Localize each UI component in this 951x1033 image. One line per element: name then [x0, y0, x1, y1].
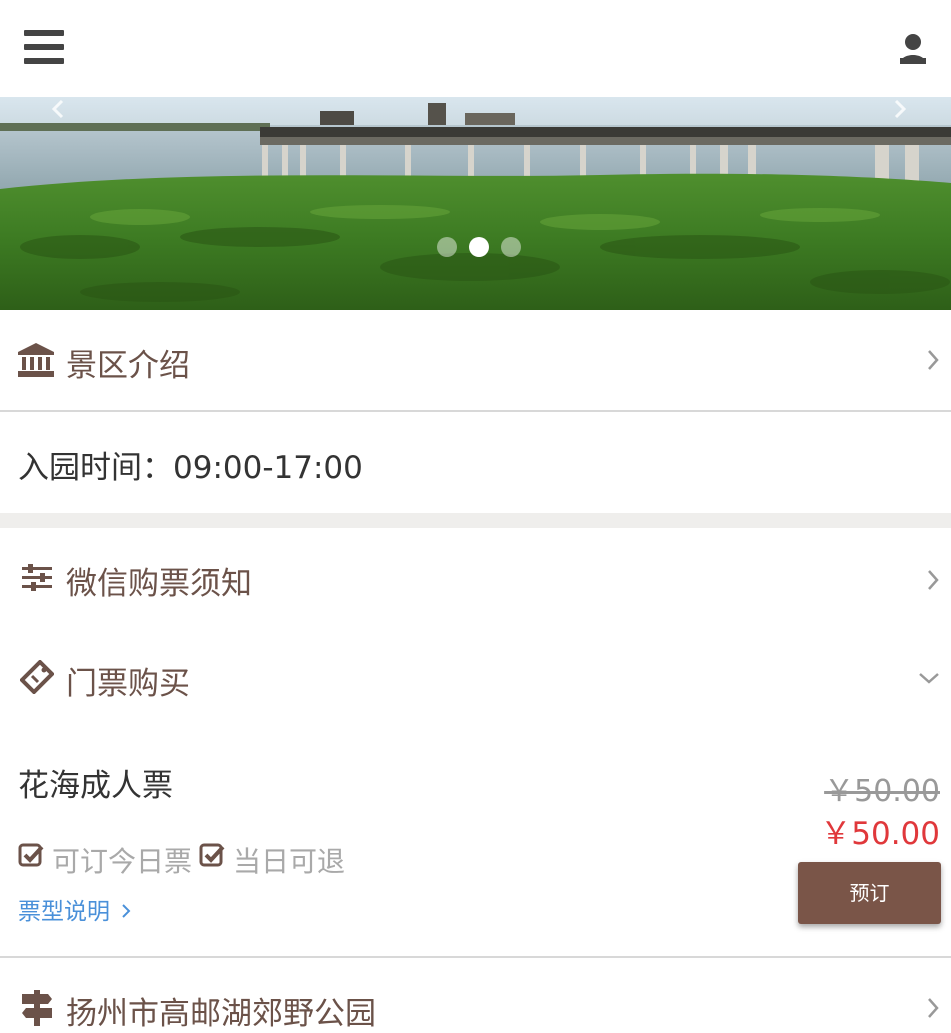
- park-location-row[interactable]: 扬州市高邮湖郊野公园: [0, 958, 951, 1032]
- tag-label: 可订今日票: [52, 845, 193, 878]
- original-price: ￥50.00: [824, 774, 940, 809]
- chevron-right-icon: [121, 899, 131, 925]
- ticket-name: 花海成人票: [18, 768, 173, 804]
- signpost-icon: [22, 990, 52, 1030]
- carousel-slide-image: [0, 97, 951, 310]
- intro-row[interactable]: 景区介绍: [0, 310, 951, 410]
- tag-label: 当日可退: [233, 845, 346, 878]
- carousel-indicators: [437, 237, 537, 257]
- carousel-dot-active[interactable]: [469, 237, 489, 257]
- park-name-label: 扬州市高邮湖郊野公园: [66, 996, 376, 1032]
- top-bar: [0, 0, 951, 97]
- carousel-dot[interactable]: [501, 237, 521, 257]
- museum-icon: [18, 343, 54, 381]
- notice-row[interactable]: 微信购票须知: [0, 528, 951, 628]
- chevron-down-icon: [917, 670, 941, 690]
- carousel-next-button[interactable]: [886, 97, 926, 121]
- menu-icon[interactable]: [24, 30, 64, 66]
- divider: [0, 410, 951, 412]
- ticket-purchase-row[interactable]: 门票购买: [0, 628, 951, 728]
- section-separator: [0, 513, 951, 528]
- notice-label: 微信购票须知: [66, 566, 252, 602]
- intro-label: 景区介绍: [66, 348, 190, 384]
- carousel-prev-button[interactable]: [44, 97, 84, 121]
- ticket-icon: [19, 659, 55, 698]
- chevron-right-icon: [925, 348, 941, 376]
- ticket-type-info-label: 票型说明: [18, 899, 110, 925]
- current-price: ￥50.00: [820, 816, 940, 852]
- carousel-dot[interactable]: [437, 237, 457, 257]
- tag-book-today: 可订今日票: [18, 840, 198, 878]
- user-icon[interactable]: [896, 32, 930, 66]
- opening-hours: 入园时间：09:00-17:00: [18, 450, 363, 486]
- image-carousel[interactable]: [0, 97, 951, 310]
- chevron-right-icon: [925, 568, 941, 596]
- book-button[interactable]: 预订: [798, 862, 941, 924]
- ticket-type-info-link[interactable]: 票型说明: [18, 892, 131, 926]
- sliders-icon: [22, 564, 52, 596]
- checkbox-checked-icon: [18, 843, 44, 873]
- checkbox-checked-icon: [199, 843, 225, 873]
- tag-refundable: 当日可退: [199, 840, 359, 878]
- ticket-purchase-label: 门票购买: [66, 666, 190, 702]
- chevron-right-icon: [925, 996, 941, 1024]
